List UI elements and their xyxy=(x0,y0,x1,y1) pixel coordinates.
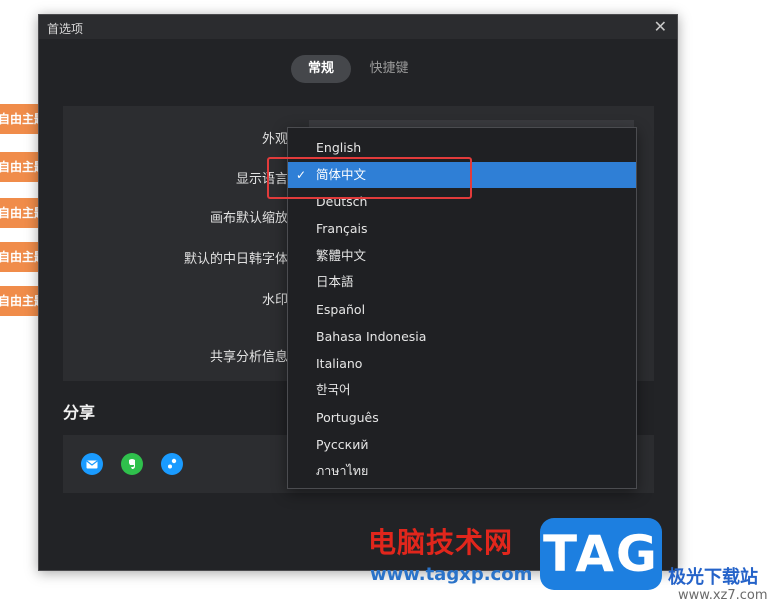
annotation-highlight-box xyxy=(267,157,472,199)
language-option-korean[interactable]: 한국어 xyxy=(288,377,636,403)
other-share-icon[interactable] xyxy=(161,453,183,475)
background-topic-tab[interactable]: 自由主题 xyxy=(0,104,38,134)
watermark-site-url: www.tagxp.com xyxy=(370,564,533,585)
label-canvas-default-zoom: 画布默认缩放 xyxy=(209,211,288,226)
dialog-title: 首选项 xyxy=(47,22,84,36)
language-option-label: Bahasa Indonesia xyxy=(316,329,427,344)
language-option-label: Русский xyxy=(316,437,369,452)
language-option-portuguese[interactable]: Português xyxy=(288,405,636,431)
language-option-label: Español xyxy=(316,302,366,317)
label-watermark: 水印 xyxy=(261,293,288,308)
watermark-tag-logo: TAG xyxy=(540,518,662,590)
tab-shortcuts[interactable]: 快捷键 xyxy=(361,55,417,83)
label-share-analytics: 共享分析信息 xyxy=(209,350,288,365)
tab-general[interactable]: 常规 xyxy=(291,55,351,83)
language-option-indonesian[interactable]: Bahasa Indonesia xyxy=(288,324,636,350)
label-appearance: 外观 xyxy=(261,132,288,147)
background-topic-tab[interactable]: 自由主题 xyxy=(0,152,38,182)
dialog-titlebar: 首选项 ✕ xyxy=(39,15,677,39)
language-option-thai[interactable]: ภาษาไทย xyxy=(288,458,636,484)
language-option-label: ภาษาไทย xyxy=(316,463,369,478)
language-option-label: 日本語 xyxy=(316,274,354,289)
language-option-label: Français xyxy=(316,221,368,236)
background-topic-tab[interactable]: 自由主题 xyxy=(0,286,38,316)
background-topic-tab[interactable]: 自由主题 xyxy=(0,242,38,272)
language-option-label: Português xyxy=(316,410,379,425)
watermark-site2-url: www.xz7.com xyxy=(678,588,768,603)
language-option-label: 한국어 xyxy=(316,382,351,397)
language-option-traditional-chinese[interactable]: 繁體中文 xyxy=(288,243,636,269)
watermark-site2-name: 极光下载站 xyxy=(668,567,758,588)
evernote-icon[interactable] xyxy=(121,453,143,475)
background-topic-tab[interactable]: 自由主题 xyxy=(0,198,38,228)
language-option-spanish[interactable]: Español xyxy=(288,297,636,323)
language-option-label: 繁體中文 xyxy=(316,248,367,263)
label-default-cjk-font: 默认的中日韩字体 xyxy=(183,252,288,267)
watermark-site-name: 电脑技术网 xyxy=(368,526,514,559)
language-option-label: Italiano xyxy=(316,356,363,371)
language-option-italian[interactable]: Italiano xyxy=(288,351,636,377)
mail-icon[interactable] xyxy=(81,453,103,475)
share-section-title: 分享 xyxy=(63,403,96,422)
language-option-russian[interactable]: Русский xyxy=(288,432,636,458)
language-option-japanese[interactable]: 日本語 xyxy=(288,269,636,295)
language-option-label: English xyxy=(316,140,362,155)
language-option-french[interactable]: Français xyxy=(288,216,636,242)
close-icon[interactable]: ✕ xyxy=(654,17,667,36)
